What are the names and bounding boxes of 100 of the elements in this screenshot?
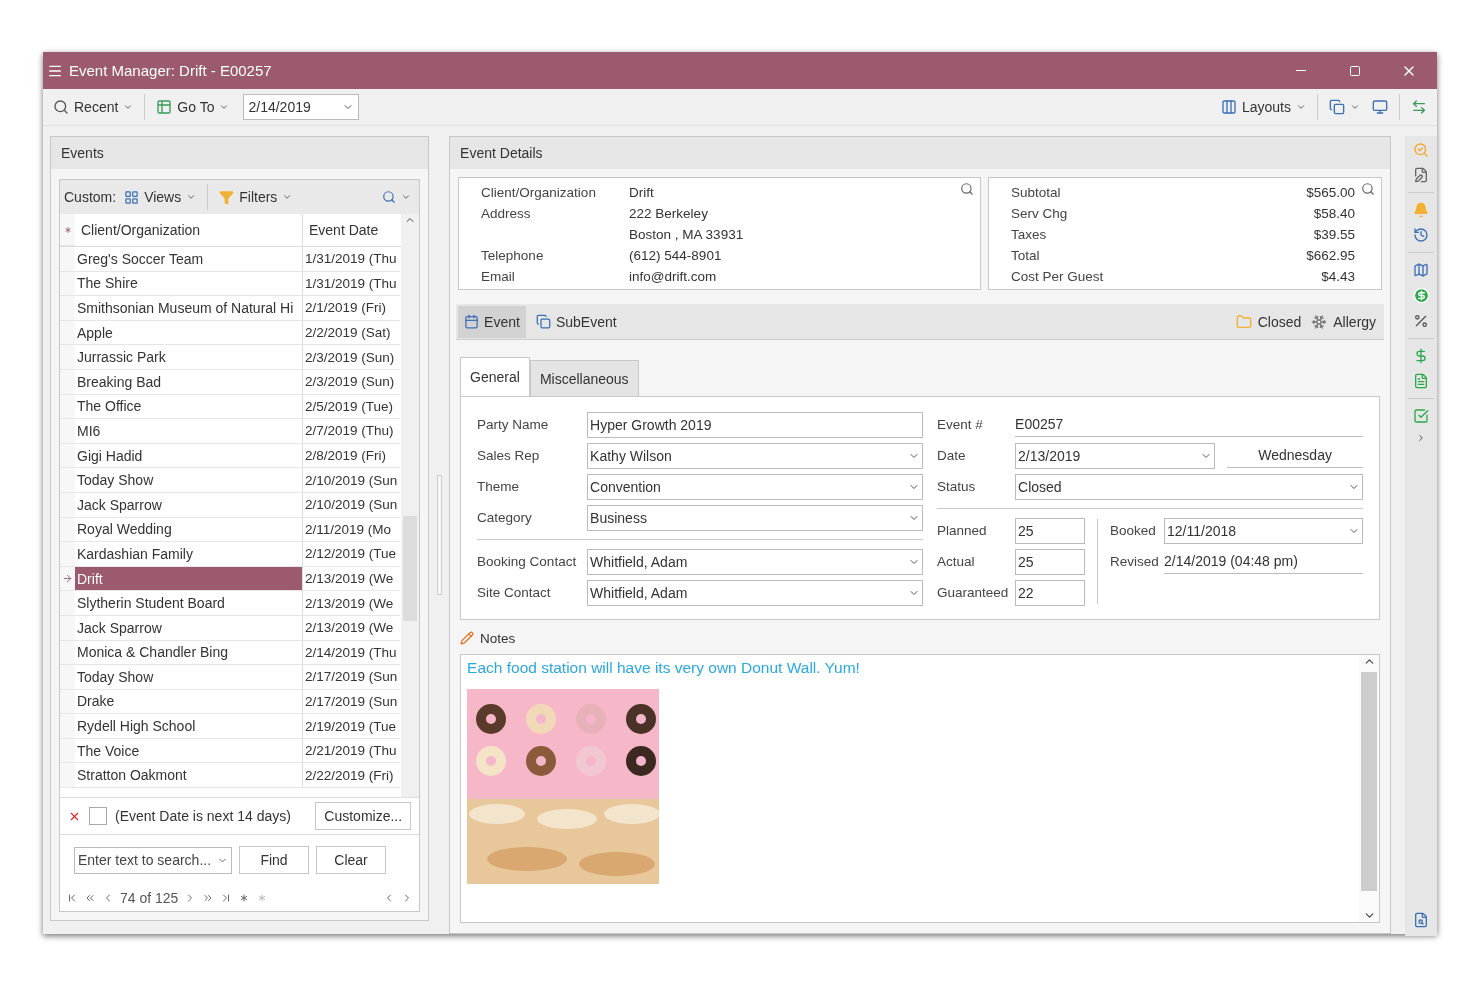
dropdown-field[interactable]: Convention — [587, 473, 924, 500]
notes-title: Notes — [480, 630, 516, 646]
scrollbar[interactable] — [401, 214, 420, 797]
column-header[interactable]: Event Date — [303, 214, 400, 246]
edit-button[interactable] — [1413, 167, 1430, 183]
table-cell[interactable]: Smithsonian Museum of Natural Hi — [75, 296, 303, 321]
dropdown-field[interactable]: Business — [587, 504, 924, 531]
find-button[interactable]: Find — [239, 846, 309, 874]
dropdown-field[interactable]: Kathy Wilson — [587, 442, 924, 469]
percent-button[interactable] — [1413, 313, 1430, 329]
layouts-button[interactable]: Layouts — [1216, 96, 1310, 118]
table-cell[interactable]: The Office — [75, 394, 303, 420]
checklist-button[interactable] — [1413, 408, 1430, 424]
caret-icon — [1350, 102, 1360, 112]
tab[interactable]: SubEvent — [529, 305, 623, 338]
swap-icon — [1411, 99, 1427, 115]
row-indicator[interactable] — [60, 566, 75, 592]
maximize-icon — [1349, 64, 1361, 77]
splitter-grip[interactable] — [436, 475, 442, 595]
panel-title: Event Details — [450, 137, 1391, 169]
search-field[interactable]: Enter text to search... — [74, 846, 232, 874]
table-cell[interactable]: Jack Sparrow — [75, 492, 303, 518]
dropdown-field[interactable]: Whitfield, Adam — [587, 548, 924, 575]
table-cell[interactable]: Breaking Bad — [75, 369, 303, 395]
table-cell[interactable]: Drift — [75, 566, 303, 592]
window-title: Event Manager: Drift - E00257 — [69, 62, 273, 79]
text-field[interactable]: 25 — [1015, 517, 1086, 544]
table-cell[interactable]: Greg's Soccer Team — [75, 247, 303, 272]
date-field[interactable]: 2/14/2019 — [243, 94, 360, 120]
currency-button[interactable] — [1412, 287, 1430, 304]
table-cell[interactable]: Royal Wedding — [75, 517, 303, 543]
minimize-icon — [1296, 70, 1306, 71]
tab[interactable]: General — [460, 357, 530, 397]
table-cell[interactable]: Today Show — [75, 468, 303, 493]
tab[interactable]: Miscellaneous — [529, 360, 639, 397]
field-label: Party Name — [477, 417, 550, 432]
table-cell[interactable]: Gigi Hadid — [75, 443, 303, 469]
snowflake-icon — [1311, 313, 1328, 330]
table-cell[interactable]: Slytherin Student Board — [75, 591, 303, 616]
field-label: Theme — [477, 479, 521, 494]
scrollbar-thumb[interactable] — [403, 516, 418, 621]
text-field[interactable]: 25 — [1015, 548, 1086, 575]
customize-button[interactable]: Customize... — [315, 802, 412, 830]
search-icon[interactable] — [1361, 182, 1376, 196]
checkbox[interactable] — [89, 807, 107, 825]
table-cell[interactable]: Kardashian Family — [75, 542, 303, 567]
field-label: Taxes — [1011, 227, 1048, 242]
scrollbar[interactable] — [1359, 655, 1380, 922]
table-cell[interactable]: Stratton Oakmont — [75, 763, 303, 789]
field-label: Serv Chg — [1011, 206, 1069, 221]
dropdown-field[interactable]: 2/13/2019 — [1015, 442, 1216, 469]
row-indicator[interactable] — [60, 763, 75, 789]
table-cell[interactable]: Apple — [75, 320, 303, 346]
caret-icon — [1296, 102, 1306, 112]
table-cell[interactable]: Drake — [75, 689, 303, 715]
table-cell[interactable]: The Shire — [75, 271, 303, 297]
table-cell[interactable]: Jurrassic Park — [75, 345, 303, 370]
filter-text: (Event Date is next 14 days) — [115, 808, 291, 824]
previous-page-icon[interactable] — [84, 892, 96, 904]
go-to-button[interactable]: Go To — [152, 96, 234, 118]
field-label: Category — [477, 510, 533, 525]
table-cell[interactable]: Today Show — [75, 665, 303, 690]
dropdown-field[interactable]: Closed — [1015, 473, 1364, 500]
column-header[interactable]: Client/Organization — [75, 214, 303, 246]
field-value: E00257 — [1015, 412, 1364, 437]
scrollbar-thumb[interactable] — [1361, 672, 1378, 891]
clear-button[interactable]: Clear — [316, 846, 386, 874]
preview-button[interactable] — [1413, 912, 1430, 928]
filters-button[interactable]: Filters — [215, 186, 297, 208]
table-cell[interactable]: The Voice — [75, 738, 303, 764]
asterisk-icon — [62, 224, 73, 235]
search-icon[interactable] — [960, 182, 975, 196]
search-button[interactable] — [1413, 142, 1430, 158]
dropdown-field[interactable]: 12/11/2018 — [1164, 517, 1364, 544]
caret-icon — [282, 192, 293, 202]
views-button[interactable]: Views — [120, 186, 201, 208]
caret-icon — [401, 192, 412, 202]
record-counter: 74 of 125 — [120, 890, 179, 906]
table-cell[interactable]: MI6 — [75, 419, 303, 444]
table-cell[interactable]: Rydell High School — [75, 714, 303, 739]
map-button[interactable] — [1413, 262, 1430, 278]
dropdown-field[interactable]: Whitfield, Adam — [587, 579, 924, 606]
table-cell[interactable]: Monica & Chandler Bing — [75, 640, 303, 666]
text-field[interactable]: 22 — [1015, 579, 1086, 606]
flag-label: Closed — [1257, 313, 1302, 330]
notes-text: Each food station will have its very own Donut Wall. Yum! — [467, 659, 861, 677]
text-field[interactable]: Hyper Growth 2019 — [587, 411, 924, 438]
field-label: Status — [937, 479, 977, 494]
recent-button[interactable]: Recent — [49, 96, 138, 118]
history-button[interactable] — [1413, 227, 1430, 243]
field-label: Date — [937, 448, 967, 463]
tab[interactable]: Event — [458, 305, 526, 338]
invoice-button[interactable] — [1413, 373, 1430, 389]
table-cell[interactable]: Jack Sparrow — [75, 615, 303, 641]
dollar-coin-icon — [1412, 287, 1430, 304]
pencil-icon — [460, 631, 475, 645]
bell-button[interactable] — [1413, 202, 1430, 218]
panel-title: Events — [51, 137, 429, 169]
first-icon[interactable] — [66, 892, 78, 904]
field-label: Total — [1011, 248, 1041, 263]
